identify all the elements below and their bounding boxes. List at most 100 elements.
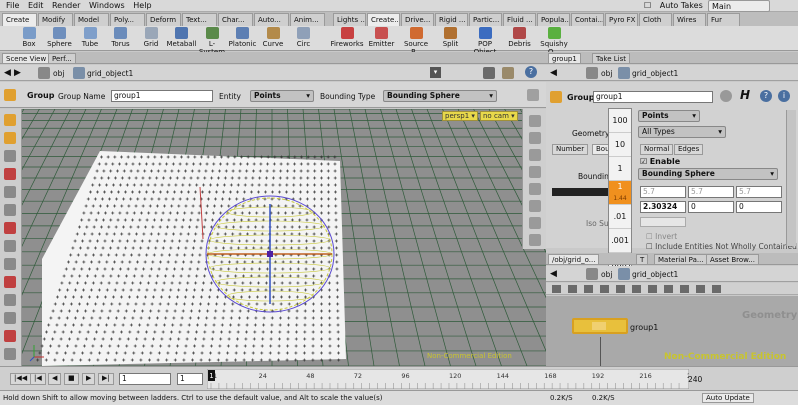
- box-icon[interactable]: [632, 285, 641, 293]
- link-icon[interactable]: [696, 285, 705, 293]
- shelf-tab-partic[interactable]: Partic...: [469, 13, 502, 26]
- ladder-step[interactable]: 1: [609, 157, 631, 181]
- points-icon[interactable]: [529, 132, 541, 144]
- radius-y-field[interactable]: 5.7: [688, 186, 734, 198]
- timeline-ruler[interactable]: 1244872961201441681922162401: [207, 369, 689, 389]
- tab-network[interactable]: /obj/grid_o...: [548, 254, 600, 265]
- radius-z-field[interactable]: 5.7: [736, 186, 782, 198]
- shelf-tab-modify[interactable]: Modify: [38, 13, 73, 26]
- snap-icon[interactable]: [4, 240, 16, 252]
- help-icon[interactable]: ?: [525, 66, 537, 78]
- filter-icon[interactable]: [600, 285, 609, 293]
- path-obj[interactable]: obj: [53, 69, 64, 78]
- menu-file[interactable]: File: [6, 1, 19, 10]
- shelf-tab-wires[interactable]: Wires: [673, 13, 706, 26]
- param-name-input[interactable]: group1: [593, 91, 713, 103]
- menu-windows[interactable]: Windows: [89, 1, 125, 10]
- handle-icon[interactable]: [4, 186, 16, 198]
- param-bounding-select[interactable]: Bounding Sphere ▾: [638, 168, 778, 180]
- iso-slider[interactable]: [640, 217, 686, 227]
- param-back-icon[interactable]: ◀: [550, 68, 557, 78]
- shelf-tab-fur[interactable]: Fur: [707, 13, 740, 26]
- layout-icon[interactable]: [552, 285, 561, 293]
- guides-icon[interactable]: [529, 166, 541, 178]
- ghost-icon[interactable]: [529, 234, 541, 246]
- param-entity-select[interactable]: Points ▾: [638, 110, 700, 122]
- menu-edit[interactable]: Edit: [28, 1, 44, 10]
- transform-icon[interactable]: [4, 132, 16, 144]
- center-y-field[interactable]: 0: [688, 201, 734, 213]
- step-back-button[interactable]: |◀: [30, 373, 46, 385]
- auto-takes-checkbox[interactable]: ☐ Auto Takes: [644, 0, 703, 12]
- gear-icon[interactable]: [720, 90, 732, 102]
- shelf-tab-pyro-fx[interactable]: Pyro FX: [605, 13, 638, 26]
- shelf-tab-lights[interactable]: Lights ...: [333, 13, 366, 26]
- viewport-canvas[interactable]: [22, 109, 546, 366]
- dots-icon[interactable]: [712, 285, 721, 293]
- desktop-select[interactable]: Main: [708, 0, 770, 12]
- scale-icon[interactable]: [4, 168, 16, 180]
- pin-icon[interactable]: [502, 67, 514, 79]
- forward-icon[interactable]: ▶: [14, 68, 21, 78]
- param-path-obj[interactable]: obj: [601, 69, 612, 78]
- camera-icon[interactable]: [4, 258, 16, 270]
- shelf-tab-contai[interactable]: Contai...: [571, 13, 604, 26]
- options-icon[interactable]: [527, 89, 539, 101]
- color-icon[interactable]: [568, 285, 577, 293]
- handle-center[interactable]: [267, 251, 273, 257]
- subtab-number[interactable]: Number: [552, 144, 589, 155]
- tab-group1[interactable]: group1: [548, 53, 581, 64]
- first-frame-button[interactable]: |◀◀: [10, 373, 32, 385]
- light-icon[interactable]: [4, 276, 16, 288]
- sculpt-icon[interactable]: [4, 312, 16, 324]
- enable-checkbox[interactable]: ☑ Enable: [640, 157, 680, 166]
- value-ladder[interactable]: 10010111.44.01.001.0001: [608, 108, 632, 277]
- shelf-tab-poly[interactable]: Poly...: [110, 13, 145, 26]
- snap-grid-icon[interactable]: [680, 285, 689, 293]
- network-back-icon[interactable]: ◀: [550, 269, 557, 279]
- ladder-step[interactable]: 10: [609, 133, 631, 157]
- param-help-icon[interactable]: ?: [760, 90, 772, 102]
- wire-icon[interactable]: [529, 217, 541, 229]
- tool-sphere[interactable]: Sphere: [44, 27, 76, 48]
- include-checkbox[interactable]: ☐ Include Entities Not Wholly Contained: [646, 242, 797, 251]
- stop-button[interactable]: ■: [64, 373, 79, 385]
- sticky-icon[interactable]: [616, 285, 625, 293]
- tool-metaball[interactable]: Metaball: [166, 27, 198, 48]
- next-frame-button[interactable]: ▶|: [98, 373, 114, 385]
- network-path-node[interactable]: grid_object1: [632, 270, 678, 279]
- tool-torus[interactable]: Torus: [105, 27, 137, 48]
- rotate-icon[interactable]: [4, 150, 16, 162]
- group1-node[interactable]: [572, 318, 628, 334]
- network-path-obj[interactable]: obj: [601, 270, 612, 279]
- path-node[interactable]: grid_object1: [87, 69, 133, 78]
- lock-icon[interactable]: [529, 200, 541, 212]
- ladder-step[interactable]: .01: [609, 205, 631, 229]
- tool-fireworks[interactable]: Fireworks: [329, 27, 365, 48]
- tool-emitter[interactable]: Emitter: [364, 27, 400, 48]
- ladder-step[interactable]: 100: [609, 109, 631, 133]
- select-icon[interactable]: [4, 114, 16, 126]
- param-path-node[interactable]: grid_object1: [632, 69, 678, 78]
- auto-update-select[interactable]: Auto Update: [702, 393, 754, 403]
- shelf-tab-char[interactable]: Char...: [218, 13, 253, 26]
- back-icon[interactable]: ◀: [4, 68, 11, 78]
- paint-icon[interactable]: [4, 294, 16, 306]
- geo-cube-icon[interactable]: [483, 67, 495, 79]
- shelf-tab-anim[interactable]: Anim...: [290, 13, 325, 26]
- center-z-field[interactable]: 0: [736, 201, 782, 213]
- no-cam-menu[interactable]: no cam ▾: [480, 111, 518, 121]
- bounding-type-select[interactable]: Bounding Sphere ▾: [383, 90, 497, 102]
- play-back-button[interactable]: ◀: [48, 373, 62, 385]
- param-info-icon[interactable]: i: [778, 90, 790, 102]
- shelf-tab-create[interactable]: Create...: [367, 13, 400, 26]
- tool-box[interactable]: Box: [13, 27, 45, 48]
- tool-curve[interactable]: Curve: [257, 27, 289, 48]
- menu-render[interactable]: Render: [52, 1, 80, 10]
- tool-debris[interactable]: Debris: [502, 27, 538, 48]
- zoom-icon[interactable]: [648, 285, 657, 293]
- tool-grid[interactable]: Grid: [135, 27, 167, 48]
- radius-x-field[interactable]: 5.7: [640, 186, 686, 198]
- shelf-tab-text[interactable]: Text...: [182, 13, 217, 26]
- play-button[interactable]: ▶: [82, 373, 96, 385]
